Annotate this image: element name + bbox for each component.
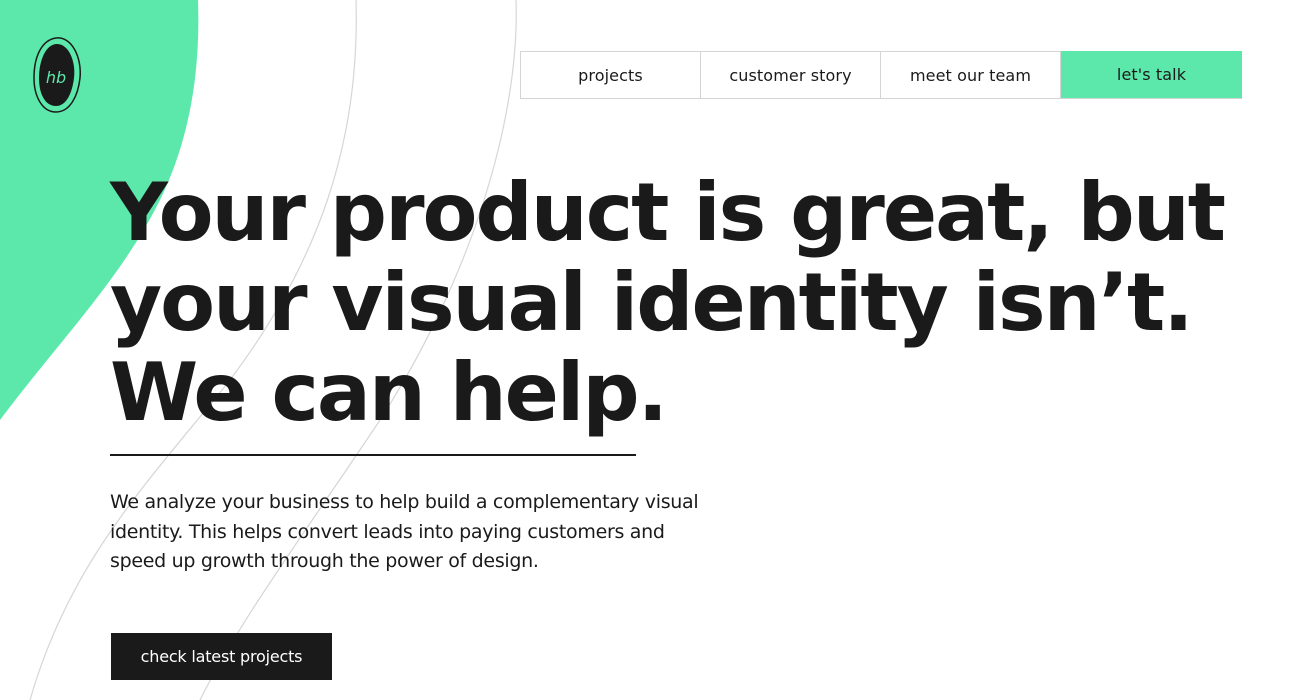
headline-line: your visual identity isn’t. <box>110 256 1194 349</box>
check-latest-projects-button[interactable]: check latest projects <box>111 633 332 680</box>
nav-item-lets-talk[interactable]: let's talk <box>1061 51 1242 98</box>
nav-item-projects[interactable]: projects <box>521 52 701 98</box>
headline-line: We can help. <box>110 346 668 439</box>
hero-headline: Your product is great, but your visual i… <box>110 166 1226 439</box>
nav-item-meet-our-team[interactable]: meet our team <box>881 52 1061 98</box>
main-navigation: projects customer story meet our team le… <box>520 51 1242 99</box>
hb-logo[interactable]: hb <box>30 34 86 116</box>
headline-underline <box>110 454 636 456</box>
headline-line: Your product is great, but <box>110 166 1226 259</box>
nav-item-customer-story[interactable]: customer story <box>701 52 881 98</box>
hero-lead-text: We analyze your business to help build a… <box>110 491 699 572</box>
logo-lettering: hb <box>46 68 66 87</box>
